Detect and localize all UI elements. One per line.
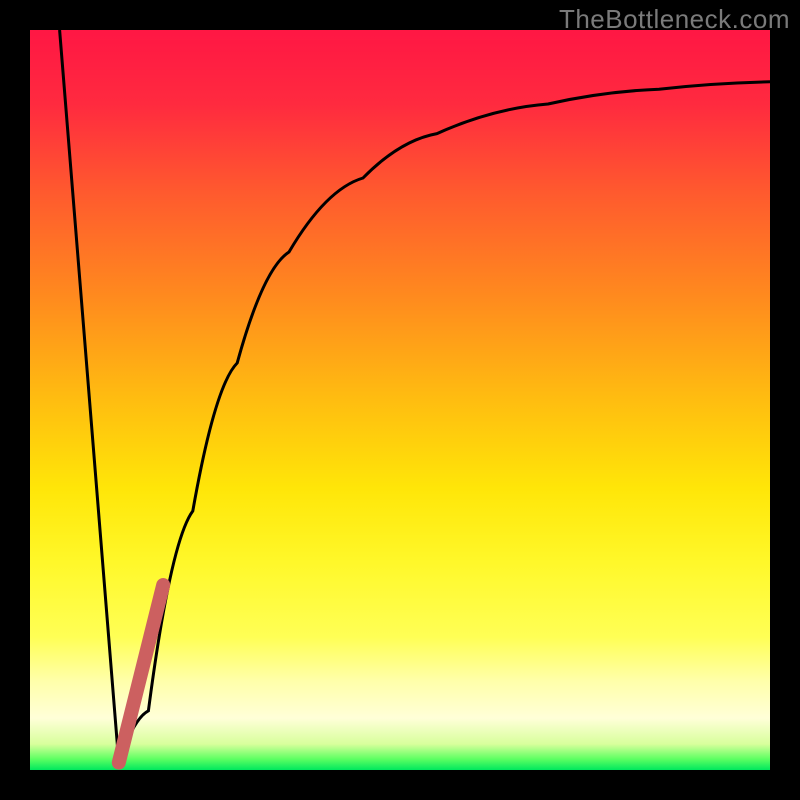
- highlight-segment: [119, 585, 163, 763]
- chart-plot-area: [30, 30, 770, 770]
- bottleneck-curve: [60, 30, 770, 763]
- chart-curves: [30, 30, 770, 770]
